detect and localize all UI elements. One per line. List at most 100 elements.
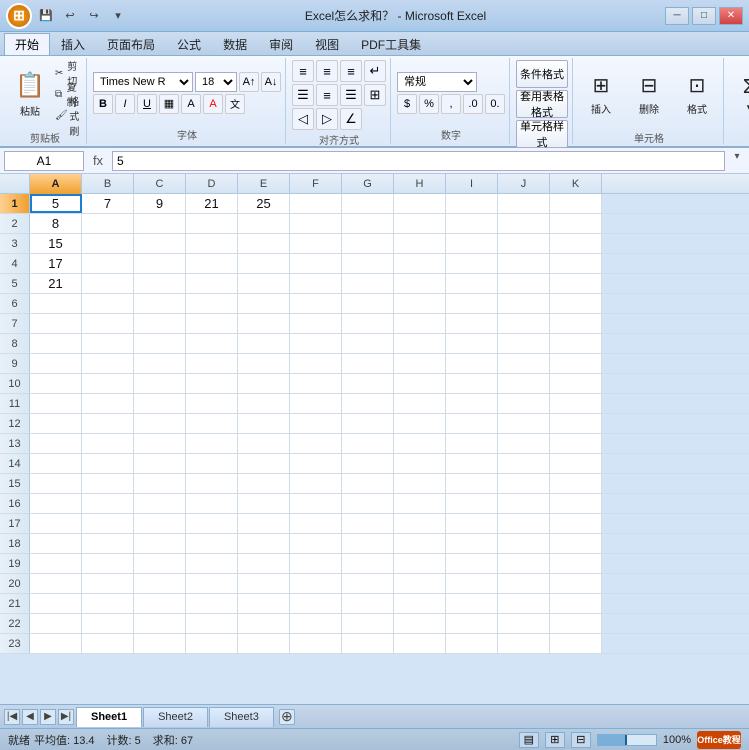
cell-styles-button[interactable]: 单元格样式 <box>516 120 568 148</box>
cell-d6[interactable] <box>186 294 238 313</box>
cell-k5[interactable] <box>550 274 602 293</box>
sheet-nav-prev[interactable]: ◀ <box>22 709 38 725</box>
cell-k14[interactable] <box>550 454 602 473</box>
cell-d12[interactable] <box>186 414 238 433</box>
tab-data[interactable]: 数据 <box>212 33 258 55</box>
cell-e21[interactable] <box>238 594 290 613</box>
col-header-k[interactable]: K <box>550 174 602 194</box>
cell-c15[interactable] <box>134 474 186 493</box>
cell-g5[interactable] <box>342 274 394 293</box>
cell-a20[interactable] <box>30 574 82 593</box>
cell-a5[interactable]: 21 <box>30 274 82 293</box>
sheet-nav-first[interactable]: |◀ <box>4 709 20 725</box>
cell-k16[interactable] <box>550 494 602 513</box>
cell-f22[interactable] <box>290 614 342 633</box>
cell-j11[interactable] <box>498 394 550 413</box>
sheet-tab-1[interactable]: Sheet1 <box>76 707 142 727</box>
cell-c9[interactable] <box>134 354 186 373</box>
insert-cells-button[interactable]: ⊞ 插入 <box>579 60 623 128</box>
cell-k22[interactable] <box>550 614 602 633</box>
font-name-select[interactable]: Times New R <box>93 72 193 92</box>
cell-h13[interactable] <box>394 434 446 453</box>
align-top-left-button[interactable]: ≡ <box>292 60 314 82</box>
cell-k8[interactable] <box>550 334 602 353</box>
cell-j7[interactable] <box>498 314 550 333</box>
cell-k9[interactable] <box>550 354 602 373</box>
cell-j20[interactable] <box>498 574 550 593</box>
cell-k2[interactable] <box>550 214 602 233</box>
cell-j16[interactable] <box>498 494 550 513</box>
cell-e1[interactable]: 25 <box>238 194 290 213</box>
number-format-select[interactable]: 常规 <box>397 72 477 92</box>
cell-k12[interactable] <box>550 414 602 433</box>
cell-a19[interactable] <box>30 554 82 573</box>
cell-e9[interactable] <box>238 354 290 373</box>
cell-g12[interactable] <box>342 414 394 433</box>
cell-f21[interactable] <box>290 594 342 613</box>
cell-b15[interactable] <box>82 474 134 493</box>
cell-k4[interactable] <box>550 254 602 273</box>
tab-view[interactable]: 视图 <box>304 33 350 55</box>
cell-f12[interactable] <box>290 414 342 433</box>
decimal-decrease-button[interactable]: 0. <box>485 94 505 114</box>
cell-c1[interactable]: 9 <box>134 194 186 213</box>
wrap-text-button[interactable]: ↵ <box>364 60 386 82</box>
cell-c11[interactable] <box>134 394 186 413</box>
page-break-view-button[interactable]: ⊟ <box>571 732 591 748</box>
cell-e22[interactable] <box>238 614 290 633</box>
cell-i5[interactable] <box>446 274 498 293</box>
cell-f7[interactable] <box>290 314 342 333</box>
cell-d16[interactable] <box>186 494 238 513</box>
cell-a18[interactable] <box>30 534 82 553</box>
cell-g19[interactable] <box>342 554 394 573</box>
cell-g13[interactable] <box>342 434 394 453</box>
merge-center-button[interactable]: ⊞ <box>364 84 386 106</box>
cell-f20[interactable] <box>290 574 342 593</box>
cell-a22[interactable] <box>30 614 82 633</box>
bold-button[interactable]: B <box>93 94 113 114</box>
cell-e8[interactable] <box>238 334 290 353</box>
col-header-d[interactable]: D <box>186 174 238 194</box>
cell-a8[interactable] <box>30 334 82 353</box>
cell-h8[interactable] <box>394 334 446 353</box>
cell-h21[interactable] <box>394 594 446 613</box>
orientation-button[interactable]: ∠ <box>340 108 362 130</box>
cell-a21[interactable] <box>30 594 82 613</box>
sheet-nav-last[interactable]: ▶| <box>58 709 74 725</box>
office-button[interactable]: ⊞ <box>6 3 32 29</box>
cell-g7[interactable] <box>342 314 394 333</box>
cell-i15[interactable] <box>446 474 498 493</box>
cell-c16[interactable] <box>134 494 186 513</box>
cell-f8[interactable] <box>290 334 342 353</box>
format-table-button[interactable]: 套用表格格式 <box>516 90 568 118</box>
cell-b3[interactable] <box>82 234 134 253</box>
cell-b17[interactable] <box>82 514 134 533</box>
cell-b13[interactable] <box>82 434 134 453</box>
cell-i6[interactable] <box>446 294 498 313</box>
minimize-button[interactable]: ─ <box>665 7 689 25</box>
cell-g3[interactable] <box>342 234 394 253</box>
cell-f13[interactable] <box>290 434 342 453</box>
cell-d15[interactable] <box>186 474 238 493</box>
cell-g10[interactable] <box>342 374 394 393</box>
cell-i21[interactable] <box>446 594 498 613</box>
cell-k3[interactable] <box>550 234 602 253</box>
cell-d18[interactable] <box>186 534 238 553</box>
cell-a11[interactable] <box>30 394 82 413</box>
delete-cells-button[interactable]: ⊟ 删除 <box>627 60 671 128</box>
cell-i4[interactable] <box>446 254 498 273</box>
cell-b20[interactable] <box>82 574 134 593</box>
cell-j2[interactable] <box>498 214 550 233</box>
cell-c5[interactable] <box>134 274 186 293</box>
cell-b12[interactable] <box>82 414 134 433</box>
cell-g20[interactable] <box>342 574 394 593</box>
restore-button[interactable]: □ <box>692 7 716 25</box>
page-layout-view-button[interactable]: ⊞ <box>545 732 565 748</box>
cell-c20[interactable] <box>134 574 186 593</box>
cell-k10[interactable] <box>550 374 602 393</box>
cell-d4[interactable] <box>186 254 238 273</box>
cell-f4[interactable] <box>290 254 342 273</box>
cell-g16[interactable] <box>342 494 394 513</box>
cell-f2[interactable] <box>290 214 342 233</box>
cell-a13[interactable] <box>30 434 82 453</box>
